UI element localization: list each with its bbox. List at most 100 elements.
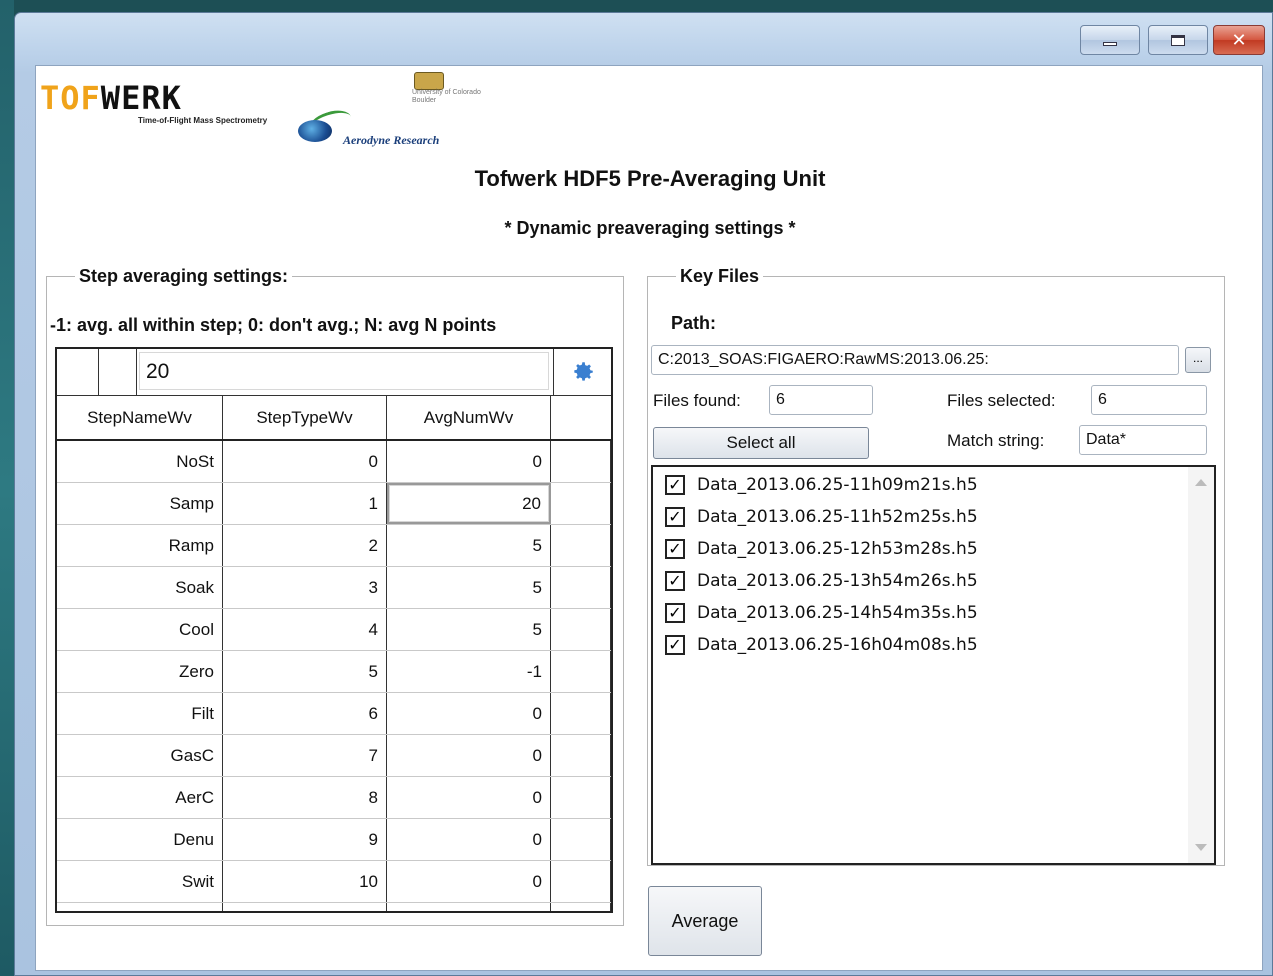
- avg-num-cell[interactable]: 0: [387, 735, 551, 776]
- avg-num-cell[interactable]: 5: [387, 525, 551, 566]
- avg-num-cell[interactable]: -1: [387, 651, 551, 692]
- checkbox[interactable]: ✓: [665, 507, 685, 527]
- table-body: NoSt 0 0 Samp 1 20 Ramp 2 5 Soak 3 5 Coo…: [57, 441, 611, 911]
- files-found-label: Files found:: [653, 391, 741, 410]
- avg-num-cell[interactable]: 0: [387, 777, 551, 818]
- checkmark-icon: ✓: [668, 571, 682, 590]
- step-name-cell[interactable]: Denu: [57, 819, 223, 860]
- list-item[interactable]: ✓ Data_2013.06.25-12h53m28s.h5: [665, 535, 978, 563]
- step-table: 20 StepNameWv StepTypeWv AvgNumWv NoSt 0: [55, 347, 613, 913]
- table-row: AerC 8 0: [57, 777, 611, 819]
- maximize-button[interactable]: [1148, 25, 1208, 55]
- step-name-cell[interactable]: Samp: [57, 483, 223, 524]
- step-type-cell[interactable]: 3: [223, 567, 387, 608]
- key-files-legend: Key Files: [680, 266, 760, 286]
- step-name-cell[interactable]: Cool: [57, 609, 223, 650]
- tofwerk-logo: TOFWERK: [40, 79, 182, 117]
- match-string-input[interactable]: Data*: [1079, 425, 1207, 455]
- page-subtitle: * Dynamic preaveraging settings *: [504, 218, 796, 238]
- checkbox[interactable]: ✓: [665, 539, 685, 559]
- step-name-cell[interactable]: NoSt: [57, 441, 223, 482]
- step-name-cell[interactable]: AerC: [57, 777, 223, 818]
- table-settings-button[interactable]: [553, 349, 611, 395]
- step-type-cell[interactable]: 10: [223, 861, 387, 902]
- empty-cell: [551, 819, 611, 860]
- avg-num-cell[interactable]: 0: [387, 861, 551, 902]
- avg-num-cell[interactable]: 5: [387, 567, 551, 608]
- avg-num-cell[interactable]: 0: [387, 693, 551, 734]
- aerodyne-logo-label: Aerodyne Research: [343, 133, 440, 147]
- step-name-cell[interactable]: Ramp: [57, 525, 223, 566]
- list-item[interactable]: ✓ Data_2013.06.25-14h54m35s.h5: [665, 599, 978, 627]
- column-header[interactable]: AvgNumWv: [387, 396, 551, 439]
- logo-tagline: Time-of-Flight Mass Spectrometry: [138, 116, 268, 125]
- step-type-cell[interactable]: 0: [223, 441, 387, 482]
- checkbox[interactable]: ✓: [665, 475, 685, 495]
- list-item[interactable]: ✓ Data_2013.06.25-13h54m26s.h5: [665, 567, 978, 595]
- list-item[interactable]: ✓ Data_2013.06.25-11h52m25s.h5: [665, 503, 978, 531]
- step-name-cell[interactable]: Zero: [57, 651, 223, 692]
- list-item[interactable]: ✓ Data_2013.06.25-16h04m08s.h5: [665, 631, 978, 659]
- checkmark-icon: ✓: [668, 539, 682, 558]
- aerodyne-globe-icon: [298, 120, 332, 142]
- step-type-cell[interactable]: 4: [223, 609, 387, 650]
- step-type-cell[interactable]: 9: [223, 819, 387, 860]
- step-type-cell[interactable]: 6: [223, 693, 387, 734]
- table-corner-cell: [99, 349, 137, 395]
- avg-num-cell[interactable]: 5: [387, 609, 551, 650]
- checkbox[interactable]: ✓: [665, 571, 685, 591]
- close-button[interactable]: ✕: [1213, 25, 1265, 55]
- step-type-cell[interactable]: 7: [223, 735, 387, 776]
- table-header-row: StepNameWv StepTypeWv AvgNumWv: [57, 395, 611, 441]
- checkbox[interactable]: ✓: [665, 635, 685, 655]
- step-type-cell[interactable]: 5: [223, 651, 387, 692]
- checkmark-icon: ✓: [668, 635, 682, 654]
- checkbox[interactable]: ✓: [665, 603, 685, 623]
- table-row: Samp 1 20: [57, 483, 611, 525]
- file-name: Data_2013.06.25-14h54m35s.h5: [697, 603, 978, 623]
- empty-cell: [551, 483, 611, 524]
- path-input[interactable]: C:2013_SOAS:FIGAERO:RawMS:2013.06.25:: [651, 345, 1179, 375]
- file-name: Data_2013.06.25-11h09m21s.h5: [697, 475, 978, 495]
- step-name-cell[interactable]: Swit: [57, 861, 223, 902]
- file-name: Data_2013.06.25-12h53m28s.h5: [697, 539, 978, 559]
- cell-edit-field[interactable]: 20: [139, 352, 549, 390]
- table-row: NoSt 0 0: [57, 441, 611, 483]
- minimize-button[interactable]: [1080, 25, 1140, 55]
- university-logo: [414, 72, 444, 90]
- step-type-cell[interactable]: 8: [223, 777, 387, 818]
- empty-cell: [551, 609, 611, 650]
- column-header[interactable]: StepNameWv: [57, 396, 223, 439]
- step-type-cell[interactable]: 1: [223, 483, 387, 524]
- checkmark-icon: ✓: [668, 475, 682, 494]
- average-button[interactable]: Average: [648, 886, 762, 956]
- step-name-cell[interactable]: GasC: [57, 735, 223, 776]
- step-name-cell[interactable]: Soak: [57, 567, 223, 608]
- page-title: Tofwerk HDF5 Pre-Averaging Unit: [474, 166, 826, 191]
- empty-cell: [551, 567, 611, 608]
- avg-num-cell[interactable]: 0: [387, 441, 551, 482]
- avg-num-cell[interactable]: 0: [387, 819, 551, 860]
- files-found-field[interactable]: 6: [769, 385, 873, 415]
- files-selected-field[interactable]: 6: [1091, 385, 1207, 415]
- empty-cell: [551, 525, 611, 566]
- step-name-cell[interactable]: Filt: [57, 693, 223, 734]
- empty-cell: [551, 651, 611, 692]
- scroll-up-icon[interactable]: [1195, 479, 1207, 486]
- close-icon: ✕: [1231, 29, 1247, 51]
- averaging-note: -1: avg. all within step; 0: don't avg.;…: [50, 315, 497, 335]
- file-list-scrollbar[interactable]: [1188, 467, 1214, 863]
- empty-cell: [551, 735, 611, 776]
- column-header[interactable]: StepTypeWv: [223, 396, 387, 439]
- table-row: Cool 4 5: [57, 609, 611, 651]
- list-item[interactable]: ✓ Data_2013.06.25-11h09m21s.h5: [665, 471, 978, 499]
- browse-button[interactable]: ...: [1185, 347, 1211, 373]
- file-name: Data_2013.06.25-11h52m25s.h5: [697, 507, 978, 527]
- avg-num-cell-selected[interactable]: 20: [387, 483, 551, 524]
- select-all-button[interactable]: Select all: [653, 427, 869, 459]
- step-type-cell[interactable]: 2: [223, 525, 387, 566]
- table-row: Denu 9 0: [57, 819, 611, 861]
- gear-icon: [573, 362, 593, 381]
- table-row: GasC 7 0: [57, 735, 611, 777]
- scroll-down-icon[interactable]: [1195, 844, 1207, 851]
